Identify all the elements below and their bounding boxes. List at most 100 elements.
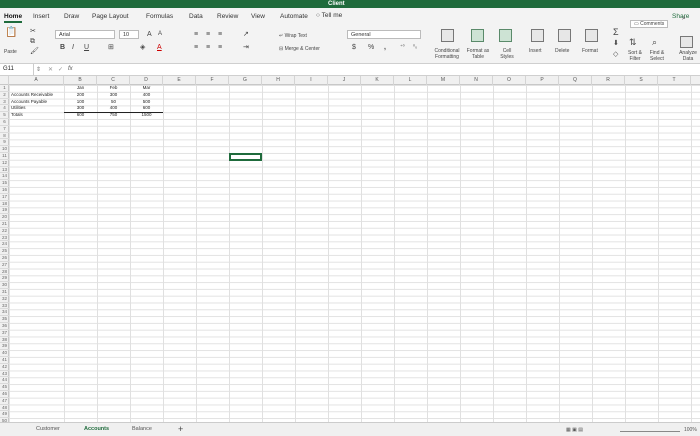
row-header-42[interactable]: 42 — [0, 364, 9, 371]
delete-cells-icon[interactable] — [558, 29, 571, 42]
month-header[interactable]: Mar — [132, 85, 161, 92]
row-header-28[interactable]: 28 — [0, 269, 9, 276]
column-header-i[interactable]: I — [295, 76, 328, 85]
insert-label[interactable]: Insert — [529, 48, 542, 54]
column-header-j[interactable]: J — [328, 76, 361, 85]
value-cell[interactable]: 750 — [99, 112, 128, 119]
row-header-26[interactable]: 26 — [0, 255, 9, 262]
tab-formulas[interactable]: Formulas — [146, 13, 173, 20]
number-format-select[interactable]: General — [347, 30, 421, 39]
copy-icon[interactable]: ⧉ — [30, 37, 35, 46]
row-header-7[interactable]: 7 — [0, 126, 9, 133]
row-header-13[interactable]: 13 — [0, 167, 9, 174]
value-cell[interactable]: 600 — [66, 112, 95, 119]
row-header-14[interactable]: 14 — [0, 173, 9, 181]
column-header-t[interactable]: T — [658, 76, 691, 85]
zoom-slider[interactable] — [620, 427, 680, 432]
align-middle-icon[interactable]: ≡ — [206, 30, 210, 39]
comma-button[interactable]: , — [384, 43, 386, 52]
tell-me-search[interactable]: ○ Tell me — [316, 12, 342, 19]
align-right-icon[interactable]: ≡ — [218, 43, 222, 52]
row-header-41[interactable]: 41 — [0, 357, 9, 364]
value-cell[interactable]: 400 — [99, 105, 128, 112]
row-header-44[interactable]: 44 — [0, 377, 9, 385]
find-select-label[interactable]: Find & Select — [648, 50, 666, 62]
autosum-icon[interactable]: Σ — [613, 28, 619, 37]
row-header-4[interactable]: 4 — [0, 105, 9, 113]
row-header-17[interactable]: 17 — [0, 194, 9, 201]
fill-color-icon[interactable]: ◈ — [140, 43, 145, 52]
row-header-25[interactable]: 25 — [0, 248, 9, 255]
format-painter-icon[interactable]: 🖌 — [30, 47, 39, 56]
align-left-icon[interactable]: ≡ — [194, 43, 198, 52]
row-header-1[interactable]: 1 — [0, 85, 9, 92]
row-header-8[interactable]: 8 — [0, 133, 9, 140]
format-cells-icon[interactable] — [585, 29, 598, 42]
value-cell[interactable]: 200 — [66, 92, 95, 99]
tab-automate[interactable]: Automate — [280, 13, 308, 20]
row-header-47[interactable]: 47 — [0, 398, 9, 405]
select-all-corner[interactable] — [0, 76, 9, 85]
row-label[interactable]: Accounts Receivable — [11, 92, 62, 99]
tab-insert[interactable]: Insert — [33, 13, 49, 20]
tab-draw[interactable]: Draw — [64, 13, 79, 20]
column-header-e[interactable]: E — [163, 76, 196, 85]
format-as-table-label[interactable]: Format as Table — [463, 48, 493, 60]
row-label[interactable]: Accounts Payable — [11, 99, 62, 106]
column-header-u[interactable]: U — [691, 76, 700, 85]
analyze-data-label[interactable]: Analyze Data — [678, 50, 698, 62]
sheet-tab-customer[interactable]: Customer — [36, 426, 60, 432]
row-header-27[interactable]: 27 — [0, 262, 9, 269]
row-header-35[interactable]: 35 — [0, 316, 9, 323]
analyze-data-icon[interactable] — [680, 36, 693, 48]
bold-button[interactable]: B — [60, 43, 65, 52]
add-sheet-icon[interactable]: + — [178, 424, 183, 434]
value-cell[interactable]: 500 — [132, 99, 161, 106]
sort-filter-label[interactable]: Sort & Filter — [626, 50, 644, 62]
value-cell[interactable]: 400 — [132, 92, 161, 99]
share-button[interactable]: Share — [672, 13, 689, 20]
row-header-21[interactable]: 21 — [0, 221, 9, 228]
align-center-icon[interactable]: ≡ — [206, 43, 210, 52]
row-header-45[interactable]: 45 — [0, 384, 9, 391]
increase-font-button[interactable]: A — [147, 30, 152, 39]
decrease-decimal-icon[interactable]: ⁰₀ — [413, 43, 417, 52]
row-header-38[interactable]: 38 — [0, 337, 9, 344]
font-name-select[interactable]: Arial — [55, 30, 115, 39]
conditional-formatting-label[interactable]: Conditional Formatting — [432, 48, 462, 60]
row-header-37[interactable]: 37 — [0, 330, 9, 337]
insert-cells-icon[interactable] — [531, 29, 544, 42]
underline-button[interactable]: U — [84, 43, 89, 52]
value-cell[interactable]: 600 — [132, 105, 161, 112]
row-header-33[interactable]: 33 — [0, 303, 9, 310]
row-label[interactable]: Utilities — [11, 105, 62, 112]
column-header-m[interactable]: M — [427, 76, 460, 85]
indent-icon[interactable]: ⇥ — [243, 43, 249, 52]
orientation-icon[interactable]: ↗ — [243, 30, 249, 39]
view-mode-icons[interactable]: ▦ ▣ ▤ — [566, 427, 583, 433]
cut-icon[interactable]: ✂ — [30, 27, 36, 36]
row-header-34[interactable]: 34 — [0, 309, 9, 317]
cell-styles-label[interactable]: Cell Styles — [497, 48, 517, 60]
increase-decimal-icon[interactable]: ⁺⁰ — [400, 43, 405, 52]
name-box[interactable]: G11 — [0, 64, 34, 75]
row-header-30[interactable]: 30 — [0, 282, 9, 289]
column-header-d[interactable]: D — [130, 76, 163, 85]
search-icon[interactable]: ⌕ — [682, 14, 686, 23]
delete-label[interactable]: Delete — [555, 48, 569, 54]
column-header-o[interactable]: O — [493, 76, 526, 85]
column-header-p[interactable]: P — [526, 76, 559, 85]
tab-page-layout[interactable]: Page Layout — [92, 13, 129, 20]
tab-review[interactable]: Review — [217, 13, 238, 20]
value-cell[interactable]: 300 — [66, 105, 95, 112]
italic-button[interactable]: I — [72, 43, 74, 52]
clear-icon[interactable]: ◇ — [613, 50, 618, 59]
row-header-9[interactable]: 9 — [0, 139, 9, 147]
column-header-g[interactable]: G — [229, 76, 262, 85]
fx-icon[interactable]: fx — [68, 66, 73, 72]
format-as-table-icon[interactable] — [471, 29, 484, 42]
row-header-23[interactable]: 23 — [0, 235, 9, 242]
row-header-16[interactable]: 16 — [0, 187, 9, 194]
find-select-icon[interactable]: ⌕ — [652, 38, 657, 47]
row-header-43[interactable]: 43 — [0, 371, 9, 378]
